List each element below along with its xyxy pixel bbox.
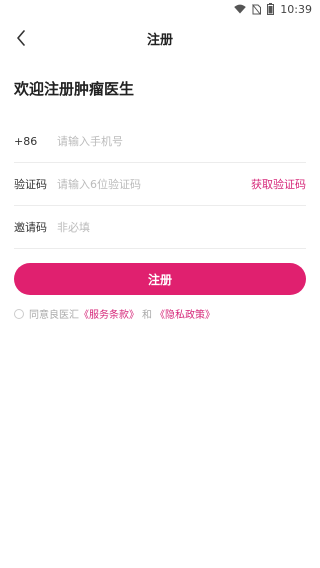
- privacy-link[interactable]: 《隐私政策》: [155, 306, 215, 321]
- page-title: 注册: [146, 32, 173, 48]
- terms-link[interactable]: 《服务条款》: [79, 306, 139, 321]
- battery-icon: [267, 3, 275, 15]
- invite-row: 邀请码: [14, 206, 306, 249]
- code-row: 验证码 获取验证码: [14, 163, 306, 206]
- get-code-button[interactable]: 获取验证码: [251, 176, 306, 192]
- status-time: 10:39: [280, 2, 312, 16]
- app-header: 注册: [0, 22, 320, 54]
- register-button[interactable]: 注册: [14, 263, 306, 295]
- country-code-prefix[interactable]: +86: [14, 135, 57, 148]
- invite-label: 邀请码: [14, 221, 47, 234]
- agreement-and: 和: [142, 310, 152, 321]
- agreement-prefix: 同意良医汇: [29, 310, 79, 321]
- wifi-icon: [234, 4, 247, 14]
- invite-code-input[interactable]: [57, 220, 306, 234]
- agreement-row: 同意良医汇 《服务条款》 和 《隐私政策》: [14, 306, 306, 321]
- register-form: +86 验证码 获取验证码 邀请码: [14, 120, 306, 249]
- agree-checkbox[interactable]: [14, 308, 24, 319]
- code-label: 验证码: [14, 178, 47, 191]
- phone-input[interactable]: [57, 134, 306, 148]
- code-input[interactable]: [57, 177, 251, 191]
- status-bar: 10:39: [0, 0, 320, 18]
- no-sim-icon: [252, 3, 262, 15]
- phone-row: +86: [14, 120, 306, 163]
- chevron-left-icon[interactable]: [10, 26, 32, 50]
- welcome-heading: 欢迎注册肿瘤医生: [14, 80, 135, 98]
